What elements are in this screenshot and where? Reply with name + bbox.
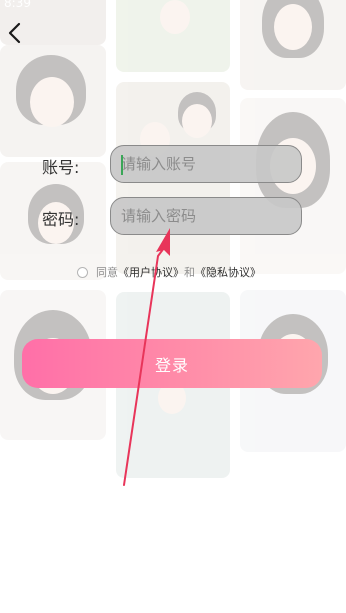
user-agreement-link[interactable]: 《用户协议》 bbox=[118, 264, 184, 280]
agree-radio[interactable] bbox=[77, 266, 88, 278]
chevron-left-icon bbox=[8, 22, 21, 44]
account-label: 账号: bbox=[42, 158, 80, 177]
account-input[interactable] bbox=[110, 145, 302, 183]
text-cursor bbox=[121, 155, 123, 175]
login-button-label: 登录 bbox=[154, 355, 189, 375]
agreement-row: 同意 《用户协议》 和 《隐私协议》 bbox=[77, 264, 261, 280]
collage-photo bbox=[0, 45, 106, 157]
agree-conjunction: 和 bbox=[184, 266, 195, 279]
photo-collage-background bbox=[0, 0, 346, 613]
login-screen: 8:39 账号: 密码: 同意 《用户协议》 和 《隐私协议》 登录 bbox=[0, 0, 346, 613]
privacy-policy-link[interactable]: 《隐私协议》 bbox=[195, 264, 261, 280]
collage-photo bbox=[116, 0, 230, 72]
status-bar-time: 8:39 bbox=[4, 0, 31, 10]
login-button[interactable]: 登录 bbox=[22, 339, 322, 388]
collage-photo bbox=[240, 0, 346, 90]
password-label: 密码: bbox=[42, 210, 80, 229]
collage-photo bbox=[240, 98, 346, 274]
agree-prefix: 同意 bbox=[96, 266, 118, 279]
back-button[interactable] bbox=[2, 18, 28, 48]
password-input[interactable] bbox=[110, 197, 302, 235]
